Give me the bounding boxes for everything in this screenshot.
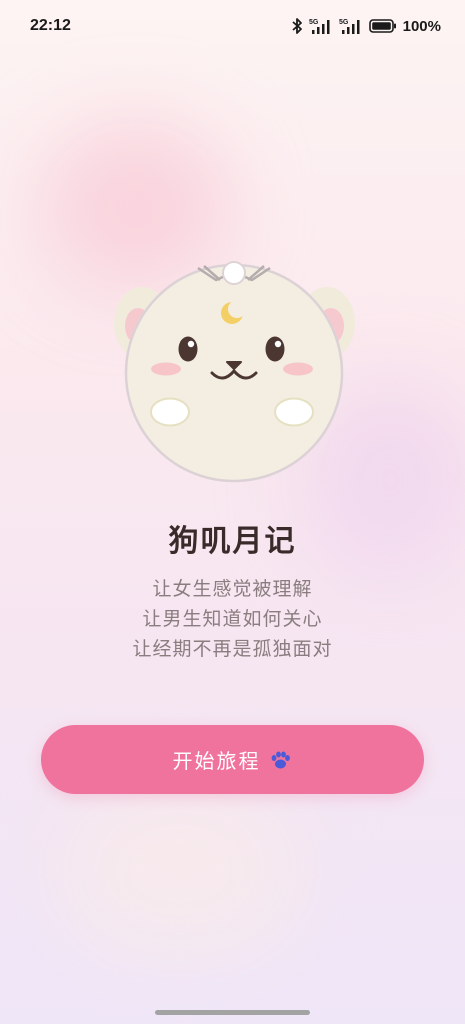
bluetooth-icon [291,17,303,35]
app-title: 狗叽月记 [168,524,297,559]
dog-mascot-icon [112,258,357,483]
paw-icon [267,748,293,772]
status-icons: 5G 5G 100% [291,17,441,35]
home-indicator[interactable] [155,1010,310,1015]
signal-5g-icon: 5G [309,17,333,35]
tagline: 让男生知道如何关心 [142,608,323,630]
tagline: 让女生感觉被理解 [152,578,313,600]
status-bar: 22:12 5G 5G 100% [0,0,465,56]
start-button-label: 开始旅程 [172,749,261,773]
background-glow [60,780,300,960]
status-time: 22:12 [30,17,71,34]
start-journey-button[interactable]: 开始旅程 [41,725,424,794]
signal-network-label: 5G [309,19,319,26]
tagline: 让经期不再是孤独面对 [132,638,333,660]
signal-5g-icon: 5G [339,17,363,35]
battery-percentage: 100% [402,17,441,35]
battery-icon [368,18,397,34]
signal-network-label: 5G [339,19,349,26]
